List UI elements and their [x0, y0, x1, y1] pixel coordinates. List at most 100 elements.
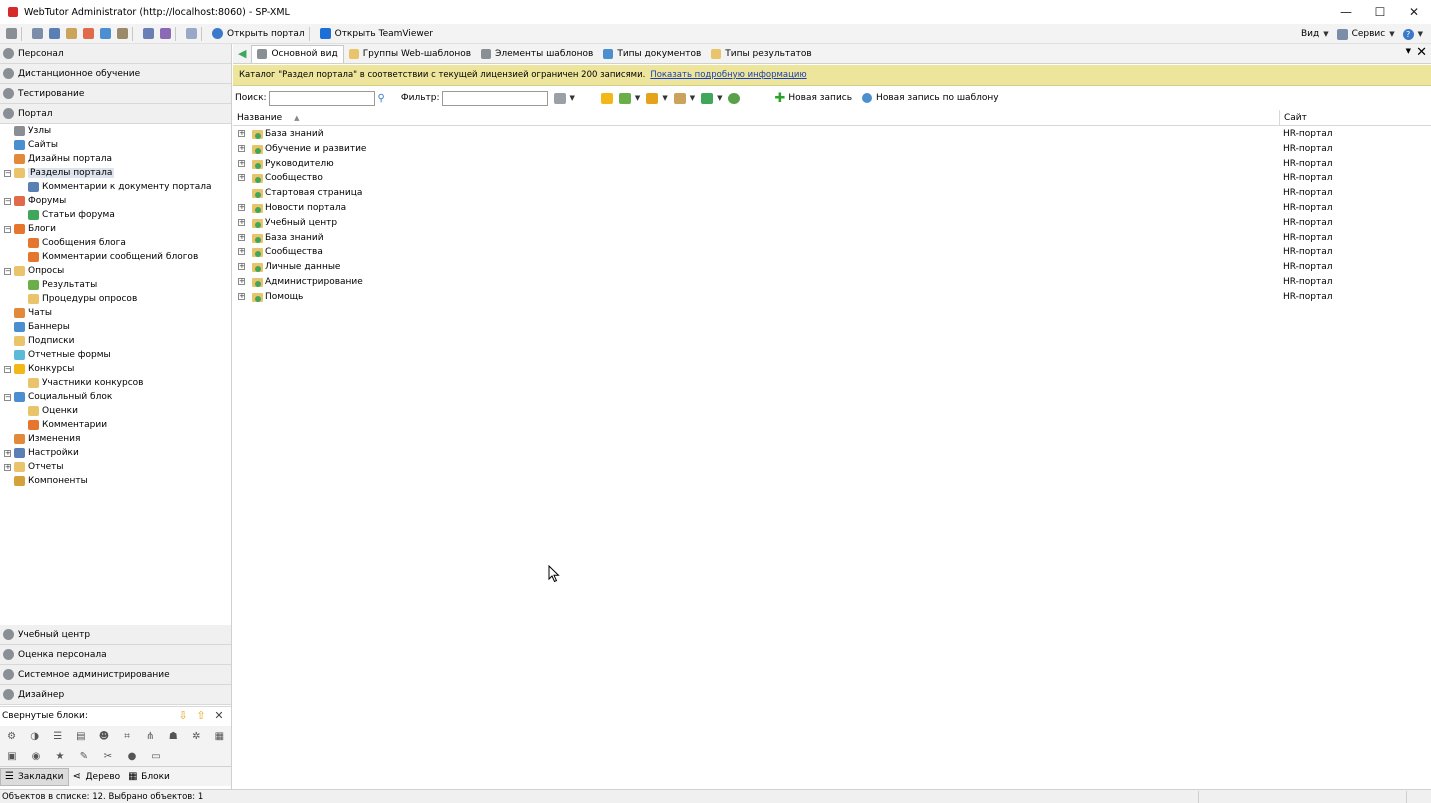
close-tab-icon[interactable]: ✕: [1416, 46, 1427, 60]
filter-settings-icon[interactable]: [553, 92, 566, 104]
tree-item[interactable]: Подписки: [4, 334, 74, 348]
view-tab[interactable]: ☰ Закладки: [0, 767, 69, 786]
section-header[interactable]: Дизайнер: [0, 685, 231, 705]
undo-icon[interactable]: [100, 28, 111, 39]
table-row[interactable]: Стартовая страница HR-портал: [233, 187, 1431, 202]
table-row[interactable]: + Сообщество HR-портал: [233, 172, 1431, 187]
section-header[interactable]: Учебный центр: [0, 625, 231, 645]
expand-icon[interactable]: +: [238, 292, 245, 300]
expand-icon[interactable]: +: [238, 218, 245, 226]
table-row[interactable]: + Личные данные HR-портал: [233, 261, 1431, 276]
expand-icon[interactable]: +: [4, 463, 11, 471]
star-block-icon[interactable]: ★: [53, 749, 67, 763]
view-menu-button[interactable]: Вид ▼: [1301, 29, 1329, 39]
section-header[interactable]: Тестирование: [0, 84, 231, 104]
network-block-icon[interactable]: ⋔: [144, 729, 157, 743]
tabs-dropdown-icon[interactable]: ▼: [1406, 47, 1411, 55]
record-block-icon[interactable]: ●: [125, 749, 139, 763]
globe-block-icon[interactable]: ◉: [29, 749, 43, 763]
tree-item[interactable]: Комментарии сообщений блогов: [19, 250, 198, 264]
collapse-icon[interactable]: −: [4, 365, 11, 373]
merge-icon[interactable]: [160, 28, 171, 39]
new-record-button[interactable]: ✚ Новая запись: [774, 91, 852, 106]
tree-item[interactable]: Узлы: [4, 124, 51, 138]
section-header[interactable]: Персонал: [0, 44, 231, 64]
collapse-icon[interactable]: −: [4, 393, 11, 401]
chevron-down-icon[interactable]: ▼: [662, 94, 667, 102]
filter-input[interactable]: [441, 90, 548, 106]
distance-learning-block-icon[interactable]: ◑: [28, 729, 41, 743]
view-tab[interactable]: ⋖ Дерево: [69, 768, 125, 786]
section-header[interactable]: Дистанционное обучение: [0, 64, 231, 84]
personnel-block-icon[interactable]: ⚙: [5, 729, 18, 743]
search-input[interactable]: [268, 90, 375, 106]
structure-block-icon[interactable]: ⌗: [120, 729, 133, 743]
expand-icon[interactable]: +: [238, 144, 245, 152]
tree-item[interactable]: Сайты: [4, 138, 58, 152]
chevron-down-icon[interactable]: ▼: [717, 94, 722, 102]
collapse-icon[interactable]: −: [4, 197, 11, 205]
folder-icon[interactable]: [600, 92, 613, 104]
sort-icon[interactable]: [646, 92, 659, 104]
tree-item[interactable]: − Опросы: [4, 264, 64, 278]
monitor-block-icon[interactable]: ▭: [149, 749, 163, 763]
user-block-icon[interactable]: ☻: [97, 729, 110, 743]
tree-item[interactable]: Результаты: [19, 278, 97, 292]
table-row[interactable]: + Администрирование HR-портал: [233, 276, 1431, 291]
tree-item[interactable]: Дизайны портала: [4, 152, 112, 166]
minimize-button[interactable]: —: [1329, 0, 1363, 24]
tree-item[interactable]: Комментарии: [19, 418, 107, 432]
arrow-up-icon[interactable]: ⇧: [195, 710, 207, 722]
expand-icon[interactable]: +: [238, 174, 245, 182]
collapse-icon[interactable]: −: [4, 267, 11, 275]
tree-item[interactable]: − Конкурсы: [4, 362, 74, 376]
tree-item[interactable]: Баннеры: [4, 320, 70, 334]
document-tab[interactable]: Группы Web-шаблонов: [344, 45, 476, 63]
cut-icon[interactable]: [32, 28, 43, 39]
tree-item[interactable]: Комментарии к документу портала: [19, 180, 211, 194]
copy-icon[interactable]: [49, 28, 60, 39]
settings-block-icon[interactable]: ✲: [190, 729, 203, 743]
open-portal-button[interactable]: Открыть портал: [212, 28, 305, 39]
print-icon[interactable]: [6, 28, 17, 39]
refresh-icon[interactable]: [186, 28, 197, 39]
expand-icon[interactable]: +: [238, 204, 245, 211]
table-view-icon[interactable]: [618, 92, 631, 104]
collapse-icon[interactable]: −: [4, 225, 11, 233]
table-row[interactable]: + База знаний HR-портал: [233, 232, 1431, 247]
section-header[interactable]: Оценка персонала: [0, 645, 231, 665]
document-tab[interactable]: Типы результатов: [706, 45, 816, 63]
open-teamviewer-button[interactable]: Открыть TeamViewer: [319, 28, 433, 39]
new-record-by-template-button[interactable]: Новая запись по шаблону: [862, 93, 999, 103]
paste-icon[interactable]: [66, 28, 77, 39]
document-tab[interactable]: Типы документов: [598, 45, 706, 63]
help-menu-button[interactable]: ? ▼: [1402, 28, 1423, 40]
section-header[interactable]: Портал: [0, 104, 231, 124]
properties-icon[interactable]: [117, 28, 128, 39]
column-header-name[interactable]: Название ▲: [237, 113, 300, 123]
testing-block-icon[interactable]: ☰: [51, 729, 64, 743]
table-row[interactable]: + Учебный центр HR-портал: [233, 217, 1431, 232]
tree-item[interactable]: Компоненты: [4, 474, 88, 488]
table-row[interactable]: + Новости портала HR-портал: [233, 202, 1431, 217]
chevron-down-icon[interactable]: ▼: [690, 94, 695, 102]
tree-item[interactable]: − Блоги: [4, 222, 56, 236]
document-tab[interactable]: Элементы шаблонов: [476, 45, 598, 63]
expand-icon[interactable]: +: [4, 449, 11, 457]
column-header-site[interactable]: Сайт: [1279, 110, 1419, 126]
database-block-icon[interactable]: ▣: [5, 749, 19, 763]
back-button[interactable]: ◀: [233, 45, 251, 63]
chevron-down-icon[interactable]: ▼: [635, 94, 640, 102]
group-block-icon[interactable]: ☗: [167, 729, 180, 743]
tree-item[interactable]: − Социальный блок: [4, 390, 112, 404]
tree-item[interactable]: + Отчеты: [4, 460, 64, 474]
tree-item[interactable]: Процедуры опросов: [19, 292, 137, 306]
show-details-link[interactable]: Показать подробную информацию: [650, 70, 806, 80]
globe-icon[interactable]: [728, 92, 741, 104]
maximize-button[interactable]: ☐: [1363, 0, 1397, 24]
search-icon[interactable]: ⚲: [378, 93, 385, 104]
arrow-down-icon[interactable]: ⇩: [177, 710, 189, 722]
tree-item[interactable]: Сообщения блога: [19, 236, 126, 250]
table-row[interactable]: + Помощь HR-портал: [233, 291, 1431, 306]
tree-item[interactable]: + Настройки: [4, 446, 79, 460]
